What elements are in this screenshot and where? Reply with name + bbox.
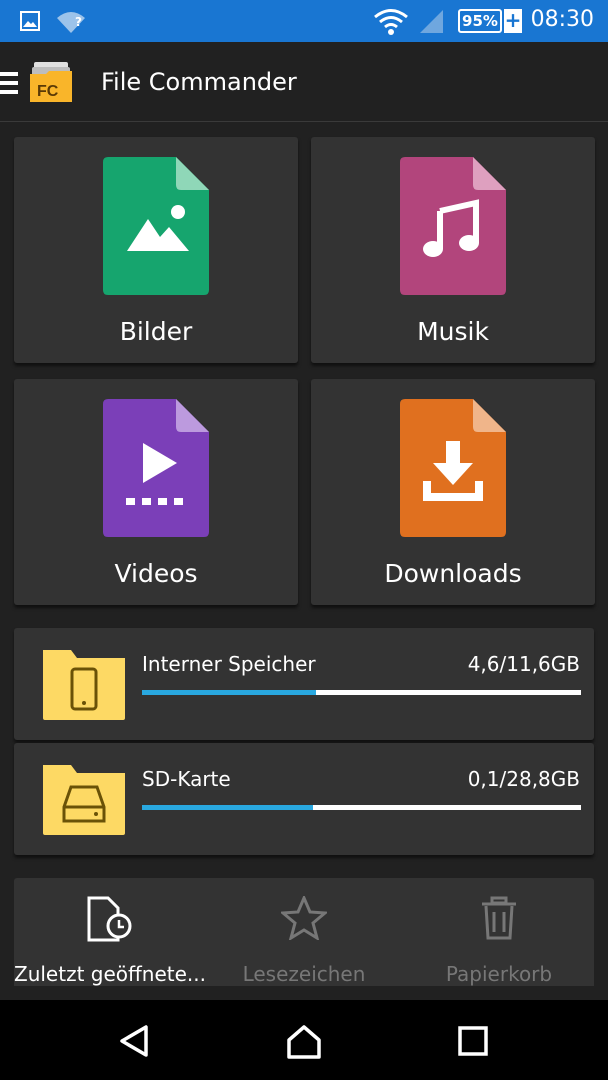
app-toolbar: FC File Commander [0, 42, 608, 122]
quick-action-bookmarks[interactable]: Lesezeichen [204, 878, 404, 986]
storage-size: 0,1/28,8GB [467, 767, 580, 791]
star-icon [281, 896, 327, 940]
signal-icon [420, 10, 443, 33]
menu-icon[interactable] [0, 72, 18, 99]
quick-action-label: Zuletzt geöffnete... [14, 962, 206, 986]
sd-card-folder-icon [43, 765, 125, 835]
storage-name: SD-Karte [142, 767, 231, 791]
category-label: Musik [417, 317, 489, 346]
battery-level: 95% [462, 12, 498, 30]
app-logo-icon: FC [30, 62, 72, 102]
storage-usage-bar [142, 805, 581, 810]
status-bar: ? 95% + 08:30 [0, 0, 608, 42]
home-icon[interactable] [286, 1024, 322, 1060]
quick-actions-bar: Zuletzt geöffnete... Lesezeichen Papierk… [14, 878, 594, 986]
quick-action-label: Papierkorb [445, 962, 553, 986]
back-icon[interactable] [118, 1024, 152, 1058]
category-tile-musik[interactable]: Musik [311, 137, 595, 363]
storage-usage-bar [142, 690, 581, 695]
storage-name: Interner Speicher [142, 652, 316, 676]
storage-usage-fill [142, 805, 314, 810]
app-logo-text: FC [37, 83, 59, 100]
storage-internal[interactable]: Interner Speicher 4,6/11,6GB [14, 628, 594, 740]
category-tile-bilder[interactable]: Bilder [14, 137, 298, 363]
image-icon [20, 11, 40, 31]
category-tile-videos[interactable]: Videos [14, 379, 298, 605]
phone-folder-icon [43, 650, 125, 720]
recents-icon[interactable] [458, 1026, 488, 1056]
category-label: Videos [114, 559, 198, 588]
battery-icon: 95% [458, 9, 502, 33]
wifi-icon [374, 9, 408, 35]
quick-action-trash[interactable]: Papierkorb [404, 878, 594, 986]
quick-action-label: Lesezeichen [242, 962, 366, 986]
category-label: Downloads [384, 559, 522, 588]
trash-icon [482, 896, 516, 940]
storage-size: 4,6/11,6GB [467, 652, 580, 676]
video-file-icon [103, 399, 209, 537]
wifi-unknown-badge: ? [75, 15, 82, 29]
status-time: 08:30 [530, 7, 594, 32]
category-label: Bilder [119, 317, 193, 346]
image-file-icon [103, 157, 209, 295]
storage-sd-card[interactable]: SD-Karte 0,1/28,8GB [14, 743, 594, 855]
category-tile-downloads[interactable]: Downloads [311, 379, 595, 605]
app-title: File Commander [101, 68, 297, 96]
download-file-icon [400, 399, 506, 537]
system-nav-bar [0, 1000, 608, 1080]
recent-files-icon [87, 896, 132, 942]
quick-action-recent[interactable]: Zuletzt geöffnete... [14, 878, 206, 986]
music-file-icon [400, 157, 506, 295]
battery-charging-indicator: + [504, 8, 522, 33]
storage-usage-fill [142, 690, 317, 695]
